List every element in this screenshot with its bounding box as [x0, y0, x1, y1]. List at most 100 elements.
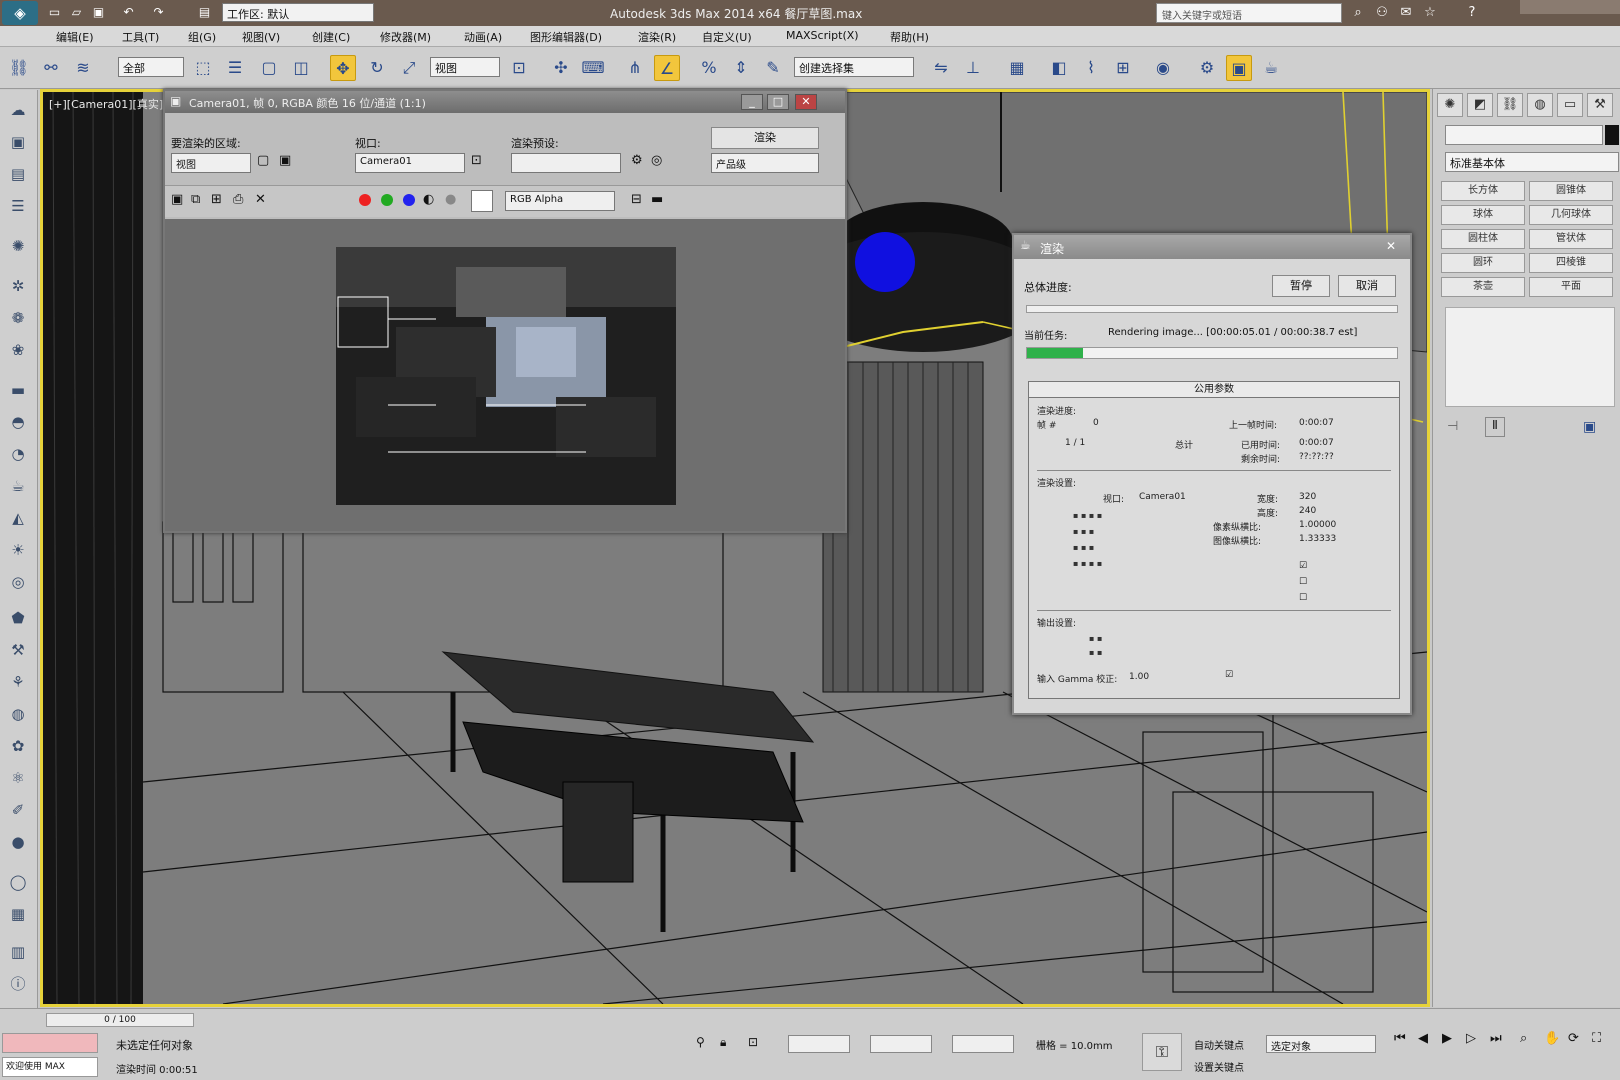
viewport-label[interactable]: [+][Camera01][真实]	[49, 96, 163, 112]
plane-icon[interactable]: ◭	[6, 506, 30, 530]
window-controls[interactable]	[1520, 0, 1620, 14]
maxscript-listener[interactable]	[2, 1033, 98, 1053]
area-to-render-dropdown[interactable]: 视图	[171, 153, 251, 173]
mesh-icon[interactable]: ⬟	[6, 606, 30, 630]
named-selection-dropdown[interactable]: 创建选择集	[794, 57, 914, 77]
auto-region-icon[interactable]: ▣	[279, 153, 291, 168]
render-preset-dropdown[interactable]	[511, 153, 621, 173]
align-icon[interactable]: ⊥	[960, 55, 986, 81]
pause-button[interactable]: 暂停	[1272, 275, 1330, 297]
orbit-icon[interactable]: ⟳	[1568, 1031, 1579, 1046]
snaps-toggle-icon[interactable]: ⋔	[622, 55, 648, 81]
select-and-move-icon[interactable]: ✥	[330, 55, 356, 81]
link-icon[interactable]: ⛓	[6, 55, 32, 81]
favorites-star-icon[interactable]: ☆	[1420, 3, 1440, 23]
info-icon[interactable]: ⓘ	[6, 972, 30, 996]
plane-button[interactable]: 平面	[1529, 277, 1613, 297]
menu-animation[interactable]: 动画(A)	[464, 29, 502, 45]
angle-snap-icon[interactable]: ∠	[654, 55, 680, 81]
render-setup-icon-fb[interactable]: ⚙	[631, 153, 643, 168]
pivot-center-icon[interactable]: ⊡	[506, 55, 532, 81]
blue-channel-icon[interactable]	[403, 194, 415, 206]
edit-region-icon[interactable]: ▢	[257, 153, 269, 168]
grid-icon[interactable]: ▦	[6, 902, 30, 926]
material-ball-icon[interactable]: ●	[6, 830, 30, 854]
x-coordinate-field[interactable]	[788, 1035, 850, 1053]
help-icon[interactable]: ?	[1462, 3, 1482, 23]
frame-buffer-titlebar[interactable]: ▣ Camera01, 帧 0, RGBA 颜色 16 位/通道 (1:1) _…	[165, 91, 845, 113]
box-icon[interactable]: ▬	[6, 378, 30, 402]
percent-snap-icon[interactable]: %	[696, 55, 722, 81]
menu-graph-editors[interactable]: 图形编辑器(D)	[530, 29, 602, 45]
graphite-tools-icon[interactable]: ◧	[1046, 55, 1072, 81]
red-channel-icon[interactable]	[359, 194, 371, 206]
window-crossing-icon[interactable]: ◫	[288, 55, 314, 81]
render-production-icon[interactable]: ☕	[1258, 55, 1284, 81]
pin-stack-icon[interactable]: ⊣	[1447, 419, 1458, 434]
spinner-snap-icon[interactable]: ⇕	[728, 55, 754, 81]
cylinder-button[interactable]: 圆柱体	[1441, 229, 1525, 249]
go-to-end-icon[interactable]: ⏭	[1490, 1031, 1502, 1046]
brush-icon[interactable]: ✐	[6, 798, 30, 822]
motion-tab-icon[interactable]: ◍	[1527, 93, 1553, 117]
render-icon[interactable]: ▥	[6, 940, 30, 964]
menu-tools[interactable]: 工具(T)	[122, 29, 159, 45]
layer-manager-icon[interactable]: ▦	[1004, 55, 1030, 81]
communication-icon[interactable]: ✉	[1396, 3, 1416, 23]
alpha-channel-icon[interactable]: ◐	[423, 192, 434, 207]
play-icon[interactable]: ▶	[1442, 1031, 1452, 1046]
sphere-button[interactable]: 球体	[1441, 205, 1525, 225]
rendered-frame-window-icon[interactable]: ▣	[1226, 55, 1252, 81]
bind-space-warp-icon[interactable]: ≋	[70, 55, 96, 81]
select-and-rotate-icon[interactable]: ↻	[364, 55, 390, 81]
motion-icon[interactable]: ◍	[6, 702, 30, 726]
object-name-field[interactable]	[1445, 125, 1603, 145]
select-and-manipulate-icon[interactable]: ✣	[548, 55, 574, 81]
keyboard-shortcut-override-icon[interactable]: ⌨	[580, 55, 606, 81]
menu-modifiers[interactable]: 修改器(M)	[380, 29, 431, 45]
close-dialog-icon[interactable]: ✕	[1386, 239, 1396, 253]
absolute-mode-icon[interactable]: ⊡	[748, 1035, 758, 1049]
save-image-icon[interactable]: ▣	[171, 192, 183, 207]
set-key-icon[interactable]: ⚿	[1142, 1033, 1182, 1071]
maximize-button[interactable]: □	[767, 94, 789, 110]
clone-window-icon[interactable]: ⊞	[211, 192, 222, 207]
menu-views[interactable]: 视图(V)	[242, 29, 280, 45]
swatch-color-box[interactable]	[471, 190, 493, 212]
box-button[interactable]: 长方体	[1441, 181, 1525, 201]
cone-button[interactable]: 圆锥体	[1529, 181, 1613, 201]
redo-icon[interactable]: ↷	[150, 4, 167, 21]
curve-editor-icon[interactable]: ⌇	[1078, 55, 1104, 81]
rendering-dialog-titlebar[interactable]: ☕ 渲染 ✕	[1014, 235, 1410, 259]
key-filter-dropdown[interactable]: 选定对象	[1266, 1035, 1376, 1053]
menu-group[interactable]: 组(G)	[188, 29, 216, 45]
sphere-icon[interactable]: ◓	[6, 410, 30, 434]
undo-icon[interactable]: ↶	[120, 4, 137, 21]
new-file-icon[interactable]: ▭	[46, 4, 63, 21]
app-menu-button[interactable]: ◈	[2, 1, 38, 25]
close-button[interactable]: ✕	[795, 94, 817, 110]
minimize-button[interactable]: _	[741, 94, 763, 110]
y-coordinate-field[interactable]	[870, 1035, 932, 1053]
menu-rendering[interactable]: 渲染(R)	[638, 29, 676, 45]
cone-icon[interactable]: ◔	[6, 442, 30, 466]
scene-explorer-icon[interactable]: ▤	[6, 162, 30, 186]
help-search-input[interactable]: 键入关键字或短语	[1156, 3, 1342, 23]
zoom-icon[interactable]: ⌕	[1520, 1031, 1527, 1046]
render-button[interactable]: 渲染	[711, 127, 819, 149]
clear-image-icon[interactable]: ✕	[255, 192, 266, 207]
teapot-button[interactable]: 茶壶	[1441, 277, 1525, 297]
display-tab-icon[interactable]: ▭	[1557, 93, 1583, 117]
configure-modifier-sets-icon[interactable]: ▣	[1583, 419, 1596, 435]
production-dropdown[interactable]: 产品级	[711, 153, 819, 173]
previous-frame-icon[interactable]: ◀	[1418, 1031, 1428, 1046]
next-frame-icon[interactable]: ▷	[1466, 1031, 1476, 1046]
save-icon[interactable]: ▣	[90, 4, 107, 21]
selection-filter-dropdown[interactable]: 全部	[118, 57, 184, 77]
mirror-icon[interactable]: ⇋	[928, 55, 954, 81]
target-icon[interactable]: ◎	[6, 570, 30, 594]
menu-edit[interactable]: 编辑(E)	[56, 29, 94, 45]
common-parameters-header[interactable]: 公用参数	[1029, 382, 1399, 398]
lock-viewport-icon[interactable]: ⊡	[471, 153, 482, 168]
reference-coordinate-dropdown[interactable]: 视图	[430, 57, 500, 77]
